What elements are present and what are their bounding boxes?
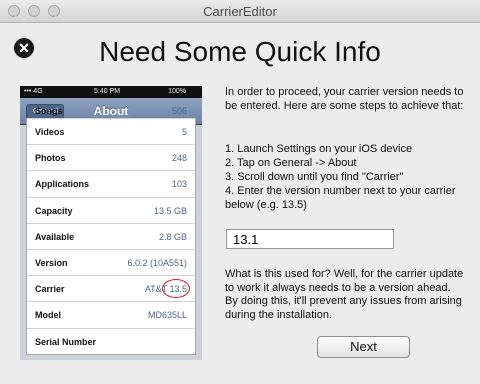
row-label: Model: [35, 310, 61, 321]
page-title: Need Some Quick Info: [99, 36, 381, 67]
phone-status-bar: ••• 4G 5:40 PM 100%: [20, 86, 202, 98]
row-label: Version: [35, 257, 68, 268]
table-row: Photos 248: [27, 145, 195, 172]
row-value: MD635LL: [147, 310, 187, 321]
table-row: Applications 103: [27, 171, 195, 198]
status-time: 5:40 PM: [94, 88, 121, 95]
row-value: 248: [171, 153, 187, 164]
row-label: Serial Number: [35, 336, 97, 347]
explanation-text: What is this used for? Well, for the car…: [225, 268, 464, 321]
row-value: 13.5 GB: [153, 205, 187, 216]
row-label: Carrier: [35, 284, 65, 295]
iphone-screenshot: ••• 4G 5:40 PM 100% General About Songs …: [20, 86, 202, 360]
signal-carrier: ••• 4G: [24, 88, 43, 95]
row-label: Videos: [35, 127, 65, 137]
step-4: 4. Enter the version number next to your…: [225, 185, 456, 211]
row-value: 2.8 GB: [158, 231, 187, 242]
highlight-circle: [162, 279, 190, 299]
table-row: Version 6.0.2 (10A551): [27, 250, 195, 277]
about-table: Songs 506 Videos 5 Photos 248 Applications…: [26, 106, 196, 355]
table-row: Serial Number: [27, 329, 195, 354]
intro-text: In order to proceed, your carrier versio…: [225, 86, 464, 112]
carrier-version-input[interactable]: 13.1: [226, 229, 394, 249]
table-row-carrier: Carrier AT&T 13.5: [27, 276, 195, 303]
row-value: 6.0.2 (10A551): [127, 257, 187, 268]
window-title: CarrierEditor: [203, 4, 277, 19]
row-label: Applications: [35, 179, 90, 190]
battery-level: 100%: [168, 88, 186, 95]
row-label: Capacity: [35, 205, 73, 216]
table-row: Songs 506: [27, 106, 195, 119]
row-value: 506: [171, 106, 187, 116]
next-button[interactable]: Next: [317, 336, 410, 358]
row-value: 5: [181, 127, 187, 137]
step-3: 3. Scroll down until you find "Carrier": [225, 171, 404, 183]
table-row: Available 2.8 GB: [27, 224, 195, 250]
step-1: 1. Launch Settings on your iOS device: [225, 143, 413, 155]
title-bar: CarrierEditor: [0, 0, 480, 23]
row-label: Songs: [35, 106, 63, 116]
row-value: 103: [171, 179, 187, 190]
table-row: Capacity 13.5 GB: [27, 198, 195, 224]
table-row: Videos 5: [27, 119, 195, 146]
step-2: 2. Tap on General -> About: [225, 157, 357, 169]
row-label: Available: [35, 231, 75, 242]
app-window: CarrierEditor ✕ Need Some Quick Info •••…: [0, 0, 480, 384]
serial-number-value: [111, 331, 189, 350]
table-row: Model MD635LL: [27, 302, 195, 329]
row-label: Photos: [35, 153, 66, 164]
